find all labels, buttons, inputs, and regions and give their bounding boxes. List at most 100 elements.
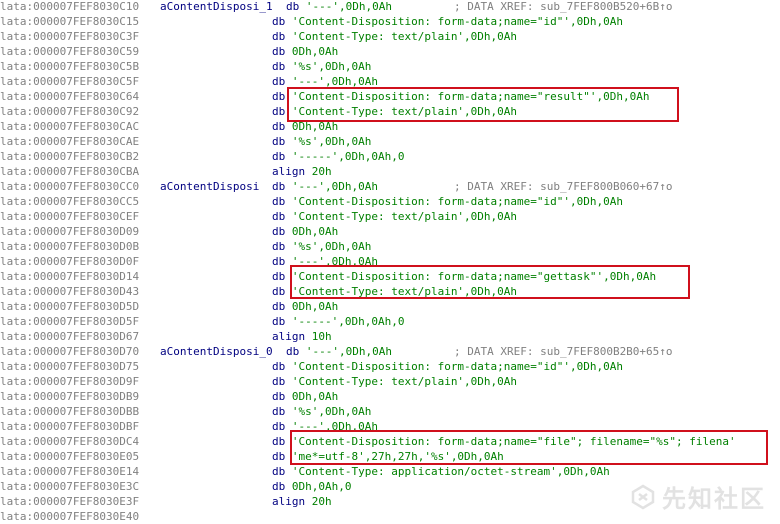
listing-row[interactable]: lata:000007FEF8030DBF db '---',0Dh,0Ah xyxy=(0,419,780,434)
row-instruction[interactable]: db '-----',0Dh,0Ah,0 xyxy=(272,314,404,329)
listing-row[interactable]: lata:000007FEF8030D75 db 'Content-Disposi… xyxy=(0,359,780,374)
listing-row[interactable]: lata:000007FEF8030C5B db '%s',0Dh,0Ah xyxy=(0,59,780,74)
row-address[interactable]: lata:000007FEF8030C64 xyxy=(0,89,139,104)
row-address[interactable]: lata:000007FEF8030D43 xyxy=(0,284,139,299)
row-address[interactable]: lata:000007FEF8030D5F xyxy=(0,314,139,329)
listing-row[interactable]: lata:000007FEF8030E14 db 'Content-Type: a… xyxy=(0,464,780,479)
row-address[interactable]: lata:000007FEF8030C5B xyxy=(0,59,139,74)
row-address[interactable]: lata:000007FEF8030DBB xyxy=(0,404,139,419)
listing-row[interactable]: lata:000007FEF8030DB9 db 0Dh,0Ah xyxy=(0,389,780,404)
row-address[interactable]: lata:000007FEF8030CC5 xyxy=(0,194,139,209)
row-address[interactable]: lata:000007FEF8030E3C xyxy=(0,479,139,494)
row-address[interactable]: lata:000007FEF8030CC0 xyxy=(0,179,139,194)
listing-row[interactable]: lata:000007FEF8030CC5 db 'Content-Disposi… xyxy=(0,194,780,209)
listing-row[interactable]: lata:000007FEF8030D9F db 'Content-Type: t… xyxy=(0,374,780,389)
listing-row[interactable]: lata:000007FEF8030C15 db 'Content-Disposi… xyxy=(0,14,780,29)
row-instruction[interactable]: db 0Dh,0Ah xyxy=(272,119,338,134)
row-xref-comment[interactable]: ; DATA XREF: sub_7FEF800B520+6B↑o xyxy=(454,0,673,14)
row-instruction[interactable]: db '---',0Dh,0Ah xyxy=(286,0,392,14)
row-instruction[interactable]: db '%s',0Dh,0Ah xyxy=(272,239,371,254)
row-instruction[interactable]: db 'Content-Disposition: form-data;name=… xyxy=(272,89,650,104)
row-address[interactable]: lata:000007FEF8030D67 xyxy=(0,329,139,344)
row-address[interactable]: lata:000007FEF8030D14 xyxy=(0,269,139,284)
row-address[interactable]: lata:000007FEF8030E3F xyxy=(0,494,139,509)
row-instruction[interactable]: db 'Content-Type: text/plain',0Dh,0Ah xyxy=(272,104,517,119)
row-instruction[interactable]: db '---',0Dh,0Ah xyxy=(272,179,378,194)
row-address[interactable]: lata:000007FEF8030D5D xyxy=(0,299,139,314)
listing-row[interactable]: lata:000007FEF8030D09 db 0Dh,0Ah xyxy=(0,224,780,239)
row-instruction[interactable]: db 0Dh,0Ah xyxy=(272,299,338,314)
row-label-name[interactable]: aContentDisposi_1 xyxy=(160,0,273,14)
listing-row[interactable]: lata:000007FEF8030C59 db 0Dh,0Ah xyxy=(0,44,780,59)
row-instruction[interactable]: db 'Content-Type: application/octet-stre… xyxy=(272,464,610,479)
row-address[interactable]: lata:000007FEF8030CAE xyxy=(0,134,139,149)
row-address[interactable]: lata:000007FEF8030E14 xyxy=(0,464,139,479)
row-instruction[interactable]: align 20h xyxy=(272,164,332,179)
row-instruction[interactable]: db '%s',0Dh,0Ah xyxy=(272,404,371,419)
row-instruction[interactable]: db '%s',0Dh,0Ah xyxy=(272,134,371,149)
listing-row[interactable]: lata:000007FEF8030D0F db '---',0Dh,0Ah xyxy=(0,254,780,269)
listing-row[interactable]: lata:000007FEF8030CAE db '%s',0Dh,0Ah xyxy=(0,134,780,149)
listing-row[interactable]: lata:000007FEF8030D0B db '%s',0Dh,0Ah xyxy=(0,239,780,254)
row-address[interactable]: lata:000007FEF8030C59 xyxy=(0,44,139,59)
row-address[interactable]: lata:000007FEF8030C92 xyxy=(0,104,139,119)
row-instruction[interactable]: db 'Content-Type: text/plain',0Dh,0Ah xyxy=(272,284,517,299)
row-address[interactable]: lata:000007FEF8030DC4 xyxy=(0,434,139,449)
row-instruction[interactable]: db 'Content-Type: text/plain',0Dh,0Ah xyxy=(272,29,517,44)
listing-row[interactable]: lata:000007FEF8030CBA align 20h xyxy=(0,164,780,179)
row-address[interactable]: lata:000007FEF8030C5F xyxy=(0,74,139,89)
row-address[interactable]: lata:000007FEF8030E05 xyxy=(0,449,139,464)
listing-row[interactable]: lata:000007FEF8030CB2 db '-----',0Dh,0Ah,… xyxy=(0,149,780,164)
listing-row[interactable]: lata:000007FEF8030C92 db 'Content-Type: t… xyxy=(0,104,780,119)
row-address[interactable]: lata:000007FEF8030D70 xyxy=(0,344,139,359)
row-address[interactable]: lata:000007FEF8030C15 xyxy=(0,14,139,29)
row-instruction[interactable]: db '---',0Dh,0Ah xyxy=(272,74,378,89)
row-instruction[interactable]: db 'Content-Disposition: form-data;name=… xyxy=(272,269,656,284)
row-instruction[interactable]: db 'Content-Disposition: form-data;name=… xyxy=(272,14,623,29)
listing-row[interactable]: lata:000007FEF8030CC0 aContentDisposi db '… xyxy=(0,179,780,194)
row-instruction[interactable]: db 'Content-Disposition: form-data;name=… xyxy=(272,434,736,449)
listing-row[interactable]: lata:000007FEF8030E05 db 'me*=utf-8',27h,… xyxy=(0,449,780,464)
row-instruction[interactable]: db 0Dh,0Ah xyxy=(272,224,338,239)
row-instruction[interactable]: db 'Content-Disposition: form-data;name=… xyxy=(272,359,623,374)
listing-row[interactable]: lata:000007FEF8030D70 aContentDisposi_0 db… xyxy=(0,344,780,359)
listing-row[interactable]: lata:000007FEF8030D67 align 10h xyxy=(0,329,780,344)
row-address[interactable]: lata:000007FEF8030D0F xyxy=(0,254,139,269)
listing-row[interactable]: lata:000007FEF8030CEF db 'Content-Type: t… xyxy=(0,209,780,224)
row-instruction[interactable]: db '---',0Dh,0Ah xyxy=(272,419,378,434)
listing-row[interactable]: lata:000007FEF8030D5D db 0Dh,0Ah xyxy=(0,299,780,314)
row-address[interactable]: lata:000007FEF8030E40 xyxy=(0,509,139,524)
listing-row[interactable]: lata:000007FEF8030C3F db 'Content-Type: t… xyxy=(0,29,780,44)
row-instruction[interactable]: db 0Dh,0Ah xyxy=(272,389,338,404)
row-instruction[interactable]: db 'Content-Type: text/plain',0Dh,0Ah xyxy=(272,209,517,224)
row-address[interactable]: lata:000007FEF8030C10 xyxy=(0,0,139,14)
row-address[interactable]: lata:000007FEF8030D9F xyxy=(0,374,139,389)
row-instruction[interactable]: align 10h xyxy=(272,329,332,344)
row-label-name[interactable]: aContentDisposi xyxy=(160,179,259,194)
listing-row[interactable]: lata:000007FEF8030C5F db '---',0Dh,0Ah xyxy=(0,74,780,89)
row-address[interactable]: lata:000007FEF8030CBA xyxy=(0,164,139,179)
row-address[interactable]: lata:000007FEF8030CEF xyxy=(0,209,139,224)
row-address[interactable]: lata:000007FEF8030C3F xyxy=(0,29,139,44)
listing-row[interactable]: lata:000007FEF8030C64 db 'Content-Disposi… xyxy=(0,89,780,104)
row-instruction[interactable]: db '%s',0Dh,0Ah xyxy=(272,59,371,74)
row-instruction[interactable]: align 20h xyxy=(272,494,332,509)
row-address[interactable]: lata:000007FEF8030CAC xyxy=(0,119,139,134)
listing-row[interactable]: lata:000007FEF8030DBB db '%s',0Dh,0Ah xyxy=(0,404,780,419)
row-instruction[interactable]: db 'Content-Type: text/plain',0Dh,0Ah xyxy=(272,374,517,389)
row-instruction[interactable]: db 0Dh,0Ah,0 xyxy=(272,479,351,494)
row-instruction[interactable]: db 0Dh,0Ah xyxy=(272,44,338,59)
row-instruction[interactable]: db '---',0Dh,0Ah xyxy=(272,254,378,269)
row-address[interactable]: lata:000007FEF8030D09 xyxy=(0,224,139,239)
row-address[interactable]: lata:000007FEF8030DBF xyxy=(0,419,139,434)
row-instruction[interactable]: db 'Content-Disposition: form-data;name=… xyxy=(272,194,623,209)
listing-row[interactable]: lata:000007FEF8030D43 db 'Content-Type: t… xyxy=(0,284,780,299)
row-xref-comment[interactable]: ; DATA XREF: sub_7FEF800B2B0+65↑o xyxy=(454,344,673,359)
row-instruction[interactable]: db '-----',0Dh,0Ah,0 xyxy=(272,149,404,164)
listing-row[interactable]: lata:000007FEF8030C10 aContentDisposi_1 db… xyxy=(0,0,780,14)
row-xref-comment[interactable]: ; DATA XREF: sub_7FEF800B060+67↑o xyxy=(454,179,673,194)
row-label-name[interactable]: aContentDisposi_0 xyxy=(160,344,273,359)
row-address[interactable]: lata:000007FEF8030D75 xyxy=(0,359,139,374)
listing-row[interactable]: lata:000007FEF8030D14 db 'Content-Disposi… xyxy=(0,269,780,284)
row-address[interactable]: lata:000007FEF8030D0B xyxy=(0,239,139,254)
